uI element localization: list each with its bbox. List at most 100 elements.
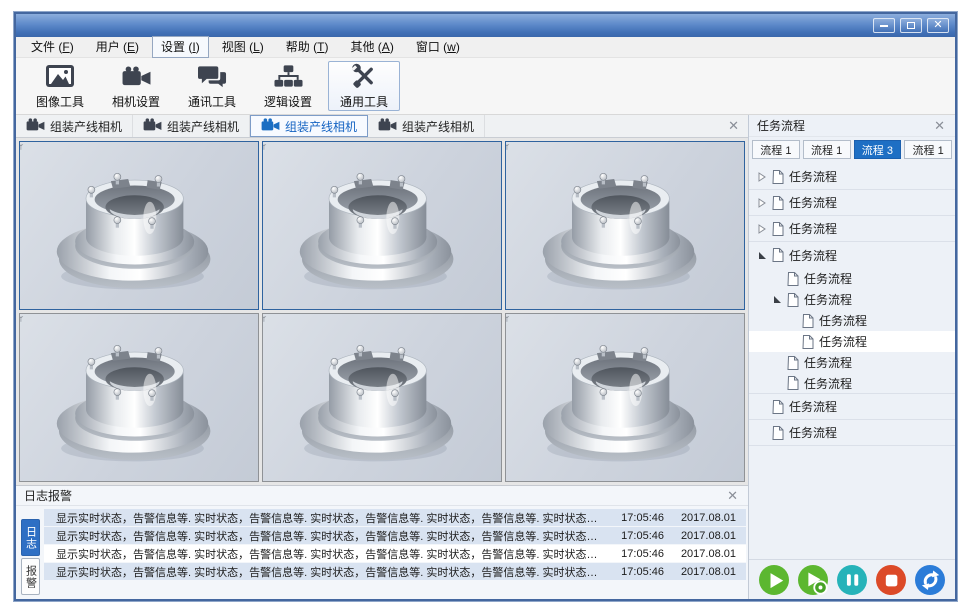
task-tab-1[interactable]: 流程 1 — [752, 140, 800, 159]
image-tool-icon — [45, 63, 75, 89]
tree-item-6[interactable]: 任务流程 — [749, 289, 955, 310]
camera-tab-label: 组装产线相机 — [167, 118, 239, 135]
camera-cell-6[interactable] — [505, 313, 745, 482]
expander-expanded-icon — [773, 295, 782, 304]
log-message: 显示实时状态，告警信息等. 实时状态，告警信息等. 实时状态，告警信息等. 实时… — [44, 546, 604, 562]
log-message: 显示实时状态，告警信息等. 实时状态，告警信息等. 实时状态，告警信息等. 实时… — [44, 510, 604, 526]
camera-tab-label: 组装产线相机 — [50, 118, 122, 135]
log-time: 17:05:46 — [604, 548, 664, 560]
task-tab-3[interactable]: 流程 3 — [854, 140, 902, 159]
tree-item-11[interactable]: 任务流程 — [749, 394, 955, 420]
log-row-3[interactable]: 显示实时状态，告警信息等. 实时状态，告警信息等. 实时状态，告警信息等. 实时… — [44, 545, 746, 562]
part-image — [263, 314, 501, 481]
minimize-button[interactable] — [873, 18, 895, 33]
tree-item-label: 任务流程 — [804, 354, 852, 371]
part-image — [20, 142, 258, 309]
log-side-tab-log[interactable]: 日志 — [21, 519, 40, 556]
log-panel-title: 日志报警 — [24, 487, 72, 504]
tree-expander[interactable] — [772, 295, 782, 304]
log-date: 2017.08.01 — [664, 566, 746, 578]
camera-tabbar-close-icon[interactable]: ✕ — [719, 118, 748, 134]
tree-item-label: 任务流程 — [789, 398, 837, 415]
tree-item-10[interactable]: 任务流程 — [749, 373, 955, 394]
toolbar-button-communication-tools[interactable]: 通讯工具 — [176, 61, 248, 111]
tree-item-7[interactable]: 任务流程 — [749, 310, 955, 331]
video-camera-icon — [122, 63, 151, 89]
task-panel-close-icon[interactable]: ✕ — [932, 118, 947, 134]
camera-tab-3[interactable]: 组装产线相机 — [250, 115, 368, 137]
menu-item-view[interactable]: 视图 (L) — [213, 36, 273, 58]
camera-area: 组装产线相机 组装产线相机 组装产线相机 组装产线相机 ✕ 日志报警 ✕ 日志报警… — [16, 115, 749, 599]
camera-tab-1[interactable]: 组装产线相机 — [16, 115, 133, 137]
stop-button[interactable] — [878, 567, 904, 593]
task-tab-4[interactable]: 流程 1 — [904, 140, 952, 159]
camera-tab-4[interactable]: 组装产线相机 — [368, 115, 485, 137]
toolbar-button-label: 逻辑设置 — [264, 93, 312, 110]
log-side-tabs: 日志报警 — [18, 509, 42, 596]
camera-grid — [16, 138, 748, 485]
toolbar-button-general-tools[interactable]: 通用工具 — [328, 61, 400, 111]
document-icon — [802, 335, 814, 349]
tree-item-4[interactable]: 任务流程 — [749, 242, 955, 268]
camera-cell-2[interactable] — [262, 141, 502, 310]
tree-item-2[interactable]: 任务流程 — [749, 190, 955, 216]
part-image — [20, 314, 258, 481]
run-once-button[interactable] — [800, 567, 826, 593]
task-tab-2[interactable]: 流程 1 — [803, 140, 851, 159]
log-row-1[interactable]: 显示实时状态，告警信息等. 实时状态，告警信息等. 实时状态，告警信息等. 实时… — [44, 509, 746, 526]
tree-expander[interactable] — [757, 251, 767, 260]
camera-tabbar: 组装产线相机 组装产线相机 组装产线相机 组装产线相机 ✕ — [16, 115, 748, 138]
titlebar: ✕ — [16, 14, 955, 37]
camera-cell-3[interactable] — [505, 141, 745, 310]
pause-button[interactable] — [839, 567, 865, 593]
maximize-button[interactable] — [900, 18, 922, 33]
toolbar-button-image-tools[interactable]: 图像工具 — [24, 61, 96, 111]
menu-item-user[interactable]: 用户 (E) — [87, 36, 148, 58]
log-message: 显示实时状态，告警信息等. 实时状态，告警信息等. 实时状态，告警信息等. 实时… — [44, 528, 604, 544]
log-close-icon[interactable]: ✕ — [725, 488, 740, 504]
menu-item-settings[interactable]: 设置 (I) — [152, 36, 209, 58]
tree-item-8[interactable]: 任务流程 — [749, 331, 955, 352]
camera-cell-4[interactable] — [19, 313, 259, 482]
expander-collapsed-icon — [758, 198, 766, 208]
tree-item-12[interactable]: 任务流程 — [749, 420, 955, 446]
camera-tab-2[interactable]: 组装产线相机 — [133, 115, 250, 137]
tree-item-5[interactable]: 任务流程 — [749, 268, 955, 289]
toolbar-button-camera-settings[interactable]: 相机设置 — [100, 61, 172, 111]
camera-cell-1[interactable] — [19, 141, 259, 310]
log-side-tab-alarm[interactable]: 报警 — [21, 558, 40, 595]
close-button[interactable]: ✕ — [927, 18, 949, 33]
minimize-icon — [880, 25, 888, 27]
tree-item-3[interactable]: 任务流程 — [749, 216, 955, 242]
expander-expanded-icon — [758, 251, 767, 260]
tree-item-1[interactable]: 任务流程 — [749, 164, 955, 190]
toolbar-button-label: 通用工具 — [340, 93, 388, 110]
task-panel-header: 任务流程 ✕ — [749, 115, 955, 137]
sync-button[interactable] — [917, 567, 943, 593]
content: 组装产线相机 组装产线相机 组装产线相机 组装产线相机 ✕ 日志报警 ✕ 日志报警… — [16, 115, 955, 599]
menu-item-file[interactable]: 文件 (F) — [22, 36, 83, 58]
camera-cell-5[interactable] — [262, 313, 502, 482]
tree-expander[interactable] — [757, 224, 767, 234]
log-panel: 日志报警 ✕ 日志报警 显示实时状态，告警信息等. 实时状态，告警信息等. 实时… — [16, 485, 748, 599]
tree-item-9[interactable]: 任务流程 — [749, 352, 955, 373]
tree-expander[interactable] — [757, 198, 767, 208]
menu-item-window[interactable]: 窗口 (w) — [407, 36, 469, 58]
document-icon — [772, 400, 784, 414]
menu-item-help[interactable]: 帮助 (T) — [277, 36, 338, 58]
menu-item-other[interactable]: 其他 (A) — [341, 36, 402, 58]
log-row-2[interactable]: 显示实时状态，告警信息等. 实时状态，告警信息等. 实时状态，告警信息等. 实时… — [44, 527, 746, 544]
tree-expander[interactable] — [757, 172, 767, 182]
document-icon — [787, 272, 799, 286]
tree-item-label: 任务流程 — [789, 194, 837, 211]
task-controls — [749, 559, 955, 599]
video-camera-icon — [143, 118, 162, 134]
camera-tab-label: 组装产线相机 — [285, 118, 357, 135]
toolbar-button-logic-settings[interactable]: 逻辑设置 — [252, 61, 324, 111]
run-button[interactable] — [761, 567, 787, 593]
part-image — [263, 142, 501, 309]
log-row-4[interactable]: 显示实时状态，告警信息等. 实时状态，告警信息等. 实时状态，告警信息等. 实时… — [44, 563, 746, 580]
log-date: 2017.08.01 — [664, 530, 746, 542]
maximize-icon — [907, 22, 915, 29]
expander-collapsed-icon — [758, 224, 766, 234]
